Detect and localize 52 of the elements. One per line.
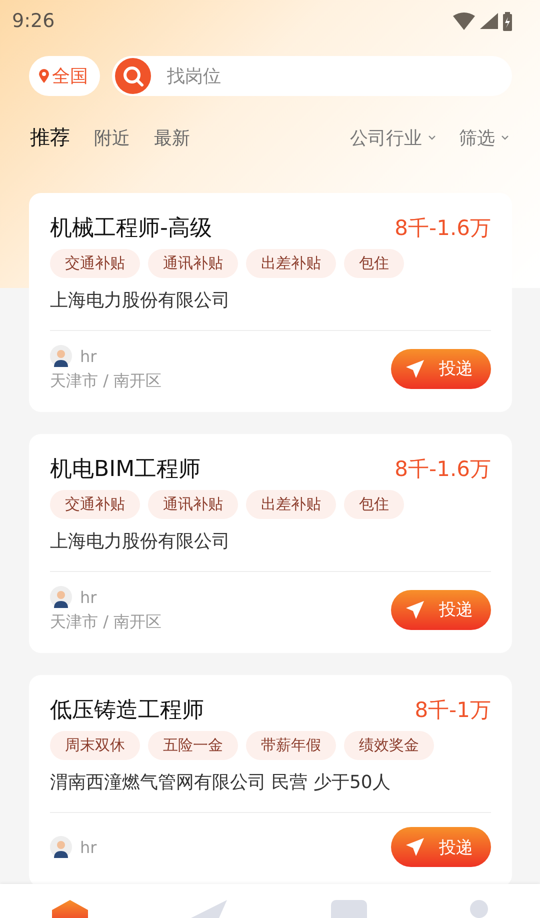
job-title: 低压铸造工程师 xyxy=(50,697,204,725)
job-location: 天津市 / 南开区 xyxy=(50,371,162,392)
tab[interactable]: 附近 xyxy=(86,126,138,150)
benefit-tag: 周末双休 xyxy=(50,731,140,760)
battery-icon xyxy=(503,12,512,30)
recruiter-name: hr xyxy=(80,346,97,366)
benefit-tag: 包住 xyxy=(344,490,404,519)
benefit-tag: 交通补贴 xyxy=(50,249,140,278)
apply-button[interactable]: 投递 xyxy=(391,827,491,867)
company-name: 上海电力股份有限公司 xyxy=(50,288,491,331)
status-time: 9:26 xyxy=(12,10,55,32)
company-name: 渭南西潼燃气管网有限公司 民营 少于50人 xyxy=(50,770,491,813)
benefit-tag: 包住 xyxy=(344,249,404,278)
search-field[interactable]: 找岗位 xyxy=(165,64,509,88)
benefit-tag: 带薪年假 xyxy=(246,731,336,760)
pin-icon xyxy=(39,69,49,83)
filter-dropdown[interactable]: 公司行业 xyxy=(336,126,437,150)
salary: 8千-1万 xyxy=(414,697,491,724)
tab[interactable]: 最新 xyxy=(146,126,198,150)
search-bar[interactable]: 找岗位 xyxy=(112,56,512,96)
salary: 8千-1.6万 xyxy=(394,215,491,242)
avatar-icon xyxy=(50,836,72,858)
recruiter-name: hr xyxy=(80,588,97,606)
recruiter-name: hr xyxy=(80,838,97,856)
job-title: 机械工程师-高级 xyxy=(50,215,212,243)
benefit-tag: 出差补贴 xyxy=(246,249,336,278)
company-name: 上海电力股份有限公司 xyxy=(50,529,491,572)
job-title: 机电BIM工程师 xyxy=(50,456,201,484)
avatar-icon xyxy=(50,586,72,608)
signal-icon xyxy=(480,13,498,29)
benefit-tag: 出差补贴 xyxy=(246,490,336,519)
search-icon xyxy=(115,58,151,94)
caret-icon xyxy=(427,134,437,140)
job-location: 天津市 / 南开区 xyxy=(50,612,162,633)
job-card[interactable]: 机械工程师-高级 8千-1.6万 交通补贴 通讯补贴 出差补贴 包住 上海电力股份有限公司 hr 天津市 / 南开区 投递 xyxy=(29,193,512,412)
benefit-tag: 五险一金 xyxy=(148,731,238,760)
job-card[interactable]: 低压铸造工程师 8千-1万 周末双休 五险一金 带薪年假 绩效奖金 渭南西潼燃气管网有限公司 民营 少于50人 hr 投递 xyxy=(29,675,512,887)
benefit-tag: 通讯补贴 xyxy=(148,490,238,519)
avatar-icon xyxy=(50,345,72,367)
salary: 8千-1.6万 xyxy=(394,456,491,483)
filter-dropdown[interactable]: 筛选 xyxy=(445,126,510,150)
home-icon xyxy=(52,900,88,918)
caret-icon xyxy=(500,134,510,140)
job-card[interactable]: 机电BIM工程师 8千-1.6万 交通补贴 通讯补贴 出差补贴 包住 上海电力股份有限公司 hr 天津市 / 南开区 投递 xyxy=(29,434,512,653)
benefit-tag: 通讯补贴 xyxy=(148,249,238,278)
benefit-tag: 绩效奖金 xyxy=(344,731,434,760)
benefit-tag: 交通补贴 xyxy=(50,490,140,519)
wifi-icon xyxy=(453,12,475,30)
apply-button[interactable]: 投递 xyxy=(391,590,491,630)
location-button[interactable]: 全国 xyxy=(29,56,100,96)
apply-button[interactable]: 投递 xyxy=(391,348,491,388)
tab[interactable]: 推荐 xyxy=(22,124,78,151)
